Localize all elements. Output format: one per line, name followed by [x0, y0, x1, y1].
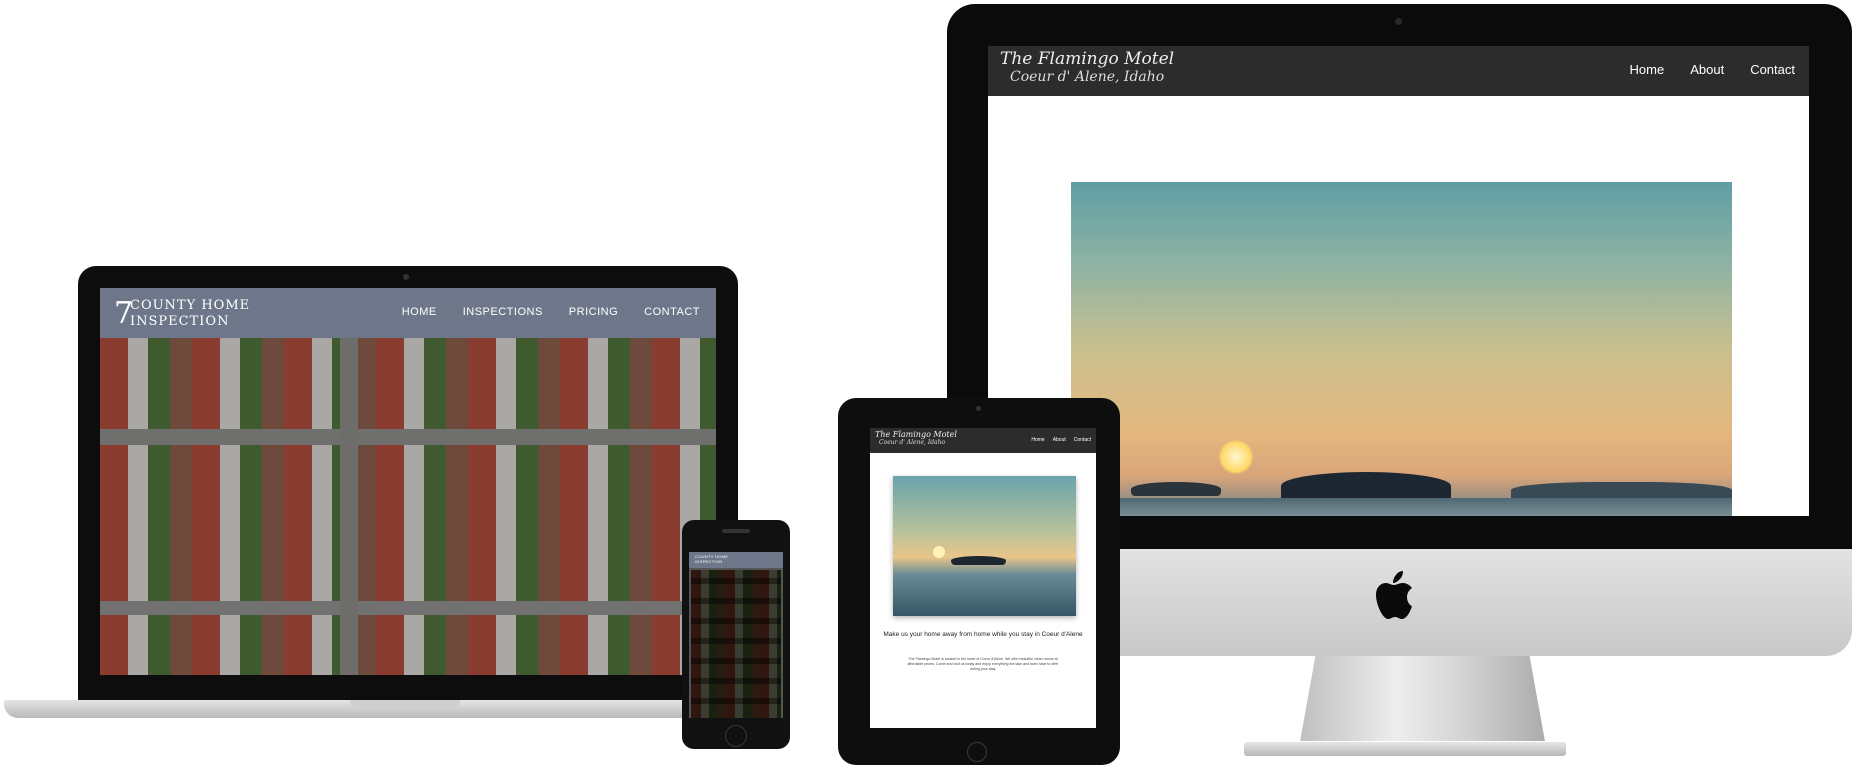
tablet-screen: The Flamingo Motel Coeur d' Alene, Idaho… — [870, 428, 1096, 728]
nav-inspections-link[interactable]: INSPECTIONS — [463, 306, 543, 318]
phone-screen: County Home Inspection — [689, 552, 783, 718]
island-shape — [1131, 482, 1221, 496]
county-home-title[interactable]: County Home Inspection — [130, 298, 250, 330]
tablet-body-text: The Flamingo Motel is located in the hea… — [907, 657, 1059, 671]
nav-contact-link[interactable]: Contact — [1750, 62, 1795, 77]
tablet-tagline: Make us your home away from home while y… — [883, 631, 1083, 638]
county-home-navbar: 7 County Home Inspection HOME INSPECTION… — [100, 288, 716, 338]
phone-navbar: County Home Inspection — [689, 552, 783, 568]
nav-home-link[interactable]: Home — [1630, 62, 1665, 77]
island-shape — [951, 556, 1006, 565]
tablet-camera — [976, 406, 981, 411]
flamingo-nav-links: Home About Contact — [1630, 62, 1795, 77]
tablet-nav-links: Home About Contact — [1031, 437, 1091, 443]
nav-about-link[interactable]: About — [1690, 62, 1724, 77]
county-home-title-line1: County Home — [130, 298, 251, 313]
imac-camera — [1395, 18, 1402, 25]
phone-title-line2: Inspection — [695, 559, 723, 564]
nav-contact-link[interactable]: Contact — [1074, 437, 1091, 443]
flamingo-site-title[interactable]: The Flamingo Motel — [1000, 50, 1174, 68]
laptop-screen: 7 County Home Inspection HOME INSPECTION… — [100, 288, 716, 675]
county-home-nav-links: HOME INSPECTIONS PRICING CONTACT — [402, 306, 700, 318]
phone-device: County Home Inspection — [682, 520, 790, 749]
nav-about-link[interactable]: About — [1053, 437, 1066, 443]
tablet-navbar: The Flamingo Motel Coeur d' Alene, Idaho… — [870, 428, 1096, 453]
county-home-title-line2: Inspection — [130, 314, 230, 329]
imac-stand — [1300, 656, 1545, 741]
laptop-device: 7 County Home Inspection HOME INSPECTION… — [78, 266, 738, 700]
tablet-device: The Flamingo Motel Coeur d' Alene, Idaho… — [838, 398, 1120, 765]
aerial-neighborhood-image — [100, 338, 716, 675]
tablet-site-subtitle: Coeur d' Alene, Idaho — [879, 439, 946, 446]
laptop-camera — [403, 274, 409, 280]
nav-home-link[interactable]: Home — [1031, 437, 1044, 443]
phone-home-button[interactable] — [725, 725, 747, 747]
imac-foot — [1244, 742, 1566, 756]
flamingo-navbar: The Flamingo Motel Coeur d' Alene, Idaho… — [988, 46, 1809, 96]
sun-shape — [933, 546, 945, 558]
phone-aerial-image — [691, 570, 781, 718]
flamingo-site-subtitle: Coeur d' Alene, Idaho — [1010, 69, 1165, 85]
phone-speaker — [722, 529, 750, 533]
nav-contact-link[interactable]: CONTACT — [644, 306, 700, 318]
island-shape — [1281, 472, 1451, 500]
nav-pricing-link[interactable]: PRICING — [569, 306, 618, 318]
tablet-site-title[interactable]: The Flamingo Motel — [875, 431, 957, 439]
sun-shape — [1219, 440, 1253, 474]
sunset-hero-image — [1071, 182, 1732, 516]
laptop-notch — [350, 700, 460, 708]
apple-logo-icon — [1373, 571, 1415, 632]
nav-home-link[interactable]: HOME — [402, 306, 437, 318]
phone-site-title[interactable]: County Home Inspection — [695, 554, 728, 564]
water-shape — [1071, 498, 1732, 516]
tablet-sunset-image — [893, 476, 1076, 616]
tablet-home-button[interactable] — [967, 742, 987, 762]
